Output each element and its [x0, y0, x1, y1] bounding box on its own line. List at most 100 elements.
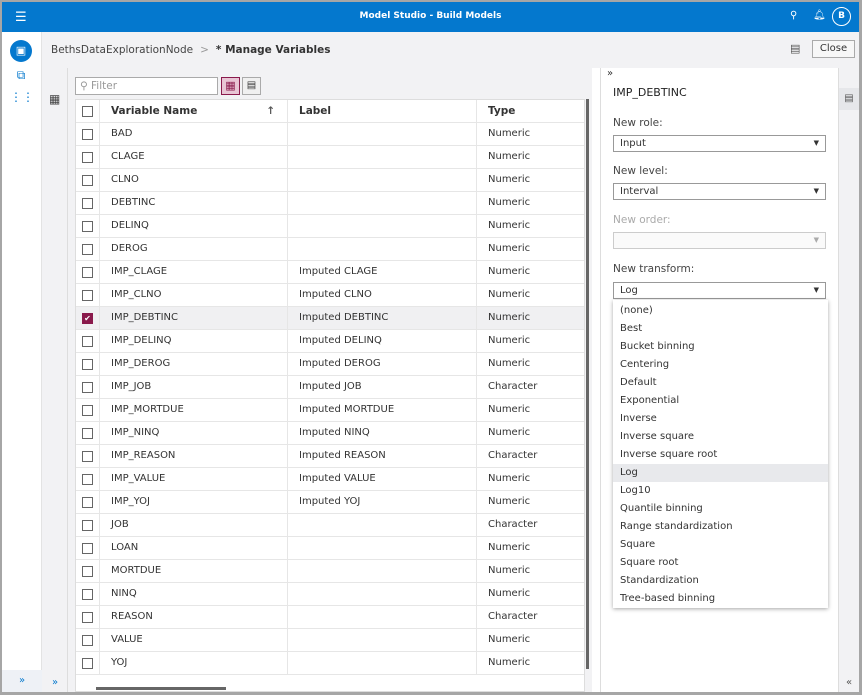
row-checkbox[interactable]: [82, 566, 93, 577]
column-header-label[interactable]: Label: [288, 100, 477, 123]
table-row[interactable]: IMP_DELINQ Imputed DELINQ Numeric: [76, 330, 584, 353]
properties-icon[interactable]: ▤: [839, 88, 859, 110]
row-checkbox[interactable]: [82, 198, 93, 209]
row-checkbox[interactable]: ✔: [82, 313, 93, 324]
row-checkbox[interactable]: [82, 589, 93, 600]
table-row[interactable]: CLNO Numeric: [76, 169, 584, 192]
row-checkbox[interactable]: [82, 474, 93, 485]
transform-dropdown: (none) Best Bucket binning Centering Default…: [613, 300, 828, 608]
row-checkbox[interactable]: [82, 451, 93, 462]
row-checkbox[interactable]: [82, 152, 93, 163]
table-view-button[interactable]: ▦: [221, 77, 240, 95]
data-icon[interactable]: ⋮⋮: [10, 90, 34, 104]
breadcrumb-parent[interactable]: BethsDataExplorationNode: [51, 44, 193, 56]
row-checkbox[interactable]: [82, 543, 93, 554]
level-select[interactable]: Interval ▼: [613, 183, 826, 200]
table-row[interactable]: JOB Character: [76, 514, 584, 537]
column-header-name[interactable]: Variable Name ↑: [100, 100, 288, 123]
row-checkbox[interactable]: [82, 658, 93, 669]
transform-option[interactable]: Square root: [613, 554, 828, 572]
level-value: Interval: [620, 186, 659, 197]
table-row[interactable]: DELINQ Numeric: [76, 215, 584, 238]
vertical-scrollbar[interactable]: [586, 99, 589, 669]
transform-option[interactable]: Quantile binning: [613, 500, 828, 518]
table-row[interactable]: VALUE Numeric: [76, 629, 584, 652]
collapse-panel-button[interactable]: »: [607, 68, 613, 79]
app-window: ☰ Model Studio - Build Models ⚲ 🔔︎ B ▣ ⧉…: [2, 2, 859, 692]
close-button[interactable]: Close: [812, 40, 855, 58]
transform-option[interactable]: Inverse square: [613, 428, 828, 446]
row-checkbox[interactable]: [82, 428, 93, 439]
page-title: * Manage Variables: [215, 44, 331, 56]
row-checkbox[interactable]: [82, 244, 93, 255]
horizontal-scrollbar[interactable]: [96, 687, 226, 690]
table-row[interactable]: IMP_DEROG Imputed DEROG Numeric: [76, 353, 584, 376]
save-icon[interactable]: ▤: [790, 42, 800, 55]
row-checkbox[interactable]: [82, 359, 93, 370]
table-row[interactable]: ✔ IMP_DEBTINC Imputed DEBTINC Numeric: [76, 307, 584, 330]
table-row[interactable]: MORTDUE Numeric: [76, 560, 584, 583]
transform-option[interactable]: Standardization: [613, 572, 828, 590]
role-select[interactable]: Input ▼: [613, 135, 826, 152]
row-checkbox[interactable]: [82, 497, 93, 508]
table-row[interactable]: IMP_NINQ Imputed NINQ Numeric: [76, 422, 584, 445]
table-row[interactable]: CLAGE Numeric: [76, 146, 584, 169]
table-row[interactable]: DEROG Numeric: [76, 238, 584, 261]
breadcrumb-separator: >: [200, 44, 209, 56]
table-row[interactable]: IMP_JOB Imputed JOB Character: [76, 376, 584, 399]
row-checkbox[interactable]: [82, 405, 93, 416]
table-row[interactable]: IMP_CLNO Imputed CLNO Numeric: [76, 284, 584, 307]
transform-option[interactable]: Centering: [613, 356, 828, 374]
pipeline-icon[interactable]: ⧉: [10, 68, 32, 83]
row-checkbox[interactable]: [82, 129, 93, 140]
table-row[interactable]: NINQ Numeric: [76, 583, 584, 606]
transform-option[interactable]: Bucket binning: [613, 338, 828, 356]
filter-input[interactable]: ⚲ Filter: [75, 77, 218, 95]
row-checkbox[interactable]: [82, 221, 93, 232]
expand-panel-button[interactable]: »: [42, 677, 68, 688]
table-row[interactable]: IMP_VALUE Imputed VALUE Numeric: [76, 468, 584, 491]
row-checkbox[interactable]: [82, 267, 93, 278]
table-row[interactable]: YOJ Numeric: [76, 652, 584, 675]
column-view-button[interactable]: ▤: [242, 77, 261, 95]
row-checkbox[interactable]: [82, 612, 93, 623]
transform-option[interactable]: Inverse: [613, 410, 828, 428]
table-row[interactable]: DEBTINC Numeric: [76, 192, 584, 215]
table-row[interactable]: REASON Character: [76, 606, 584, 629]
search-icon[interactable]: ⚲: [790, 10, 797, 21]
expand-rail-button[interactable]: »: [2, 670, 42, 692]
row-checkbox[interactable]: [82, 382, 93, 393]
select-all-checkbox[interactable]: [82, 106, 93, 117]
row-checkbox[interactable]: [82, 290, 93, 301]
row-checkbox[interactable]: [82, 520, 93, 531]
row-checkbox[interactable]: [82, 175, 93, 186]
expand-right-button[interactable]: «: [839, 677, 859, 688]
transform-option[interactable]: Best: [613, 320, 828, 338]
variable-name: YOJ: [100, 652, 288, 675]
row-checkbox[interactable]: [82, 635, 93, 646]
table-row[interactable]: IMP_REASON Imputed REASON Character: [76, 445, 584, 468]
table-row[interactable]: IMP_YOJ Imputed YOJ Numeric: [76, 491, 584, 514]
chevron-down-icon: ▼: [813, 286, 819, 294]
bell-icon[interactable]: 🔔︎: [813, 10, 826, 21]
transform-option[interactable]: Inverse square root: [613, 446, 828, 464]
avatar[interactable]: B: [832, 7, 851, 26]
grid-icon[interactable]: ▦: [49, 92, 60, 106]
transform-option[interactable]: Tree-based binning: [613, 590, 828, 608]
transform-option[interactable]: Range standardization: [613, 518, 828, 536]
column-header-type[interactable]: Type: [477, 100, 584, 123]
row-checkbox[interactable]: [82, 336, 93, 347]
transform-option[interactable]: Square: [613, 536, 828, 554]
transform-option[interactable]: Log10: [613, 482, 828, 500]
transform-option[interactable]: Default: [613, 374, 828, 392]
table-row[interactable]: IMP_MORTDUE Imputed MORTDUE Numeric: [76, 399, 584, 422]
build-models-icon[interactable]: ▣: [10, 40, 32, 62]
transform-option[interactable]: (none): [613, 302, 828, 320]
transform-option[interactable]: Exponential: [613, 392, 828, 410]
transform-option[interactable]: Log: [613, 464, 828, 482]
variable-type: Numeric: [488, 243, 531, 254]
table-row[interactable]: IMP_CLAGE Imputed CLAGE Numeric: [76, 261, 584, 284]
table-row[interactable]: LOAN Numeric: [76, 537, 584, 560]
table-row[interactable]: BAD Numeric: [76, 123, 584, 146]
transform-select[interactable]: Log ▼: [613, 282, 826, 299]
